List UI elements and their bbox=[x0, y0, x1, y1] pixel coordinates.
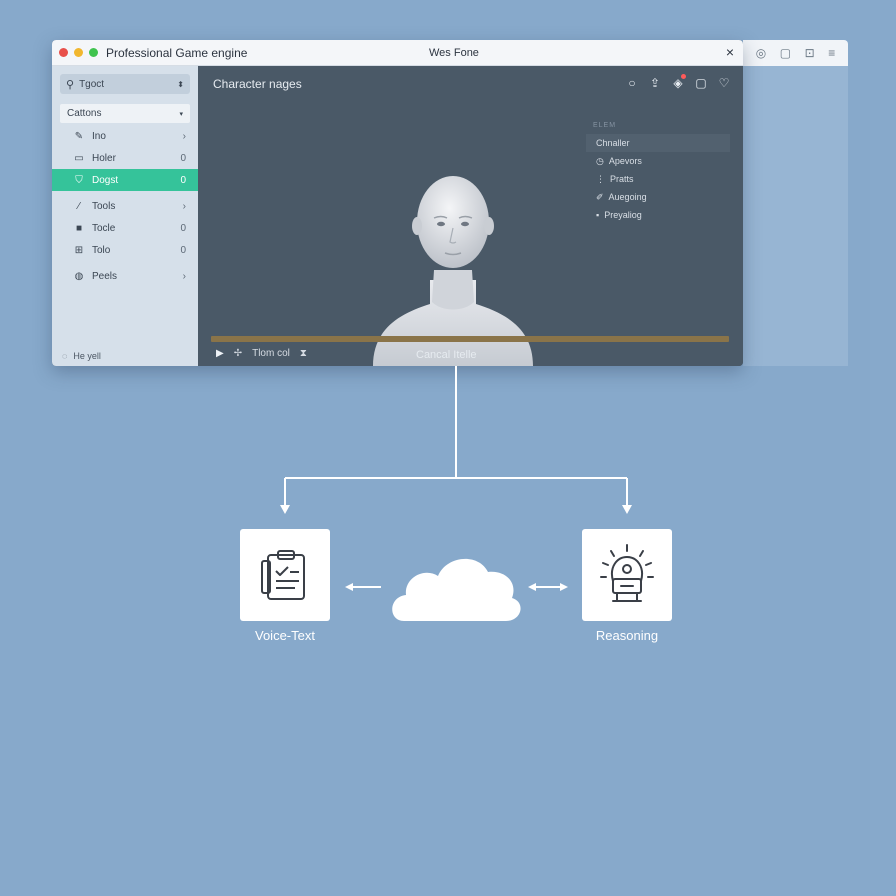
lightbulb-icon bbox=[600, 544, 654, 602]
reasoning-label: Reasoning bbox=[595, 628, 659, 643]
voice-text-label: Voice-Text bbox=[255, 628, 315, 643]
flow-connectors bbox=[280, 366, 632, 621]
clipboard-icon bbox=[261, 550, 305, 600]
reasoning-node[interactable] bbox=[582, 529, 672, 621]
voice-text-node[interactable] bbox=[240, 529, 330, 621]
